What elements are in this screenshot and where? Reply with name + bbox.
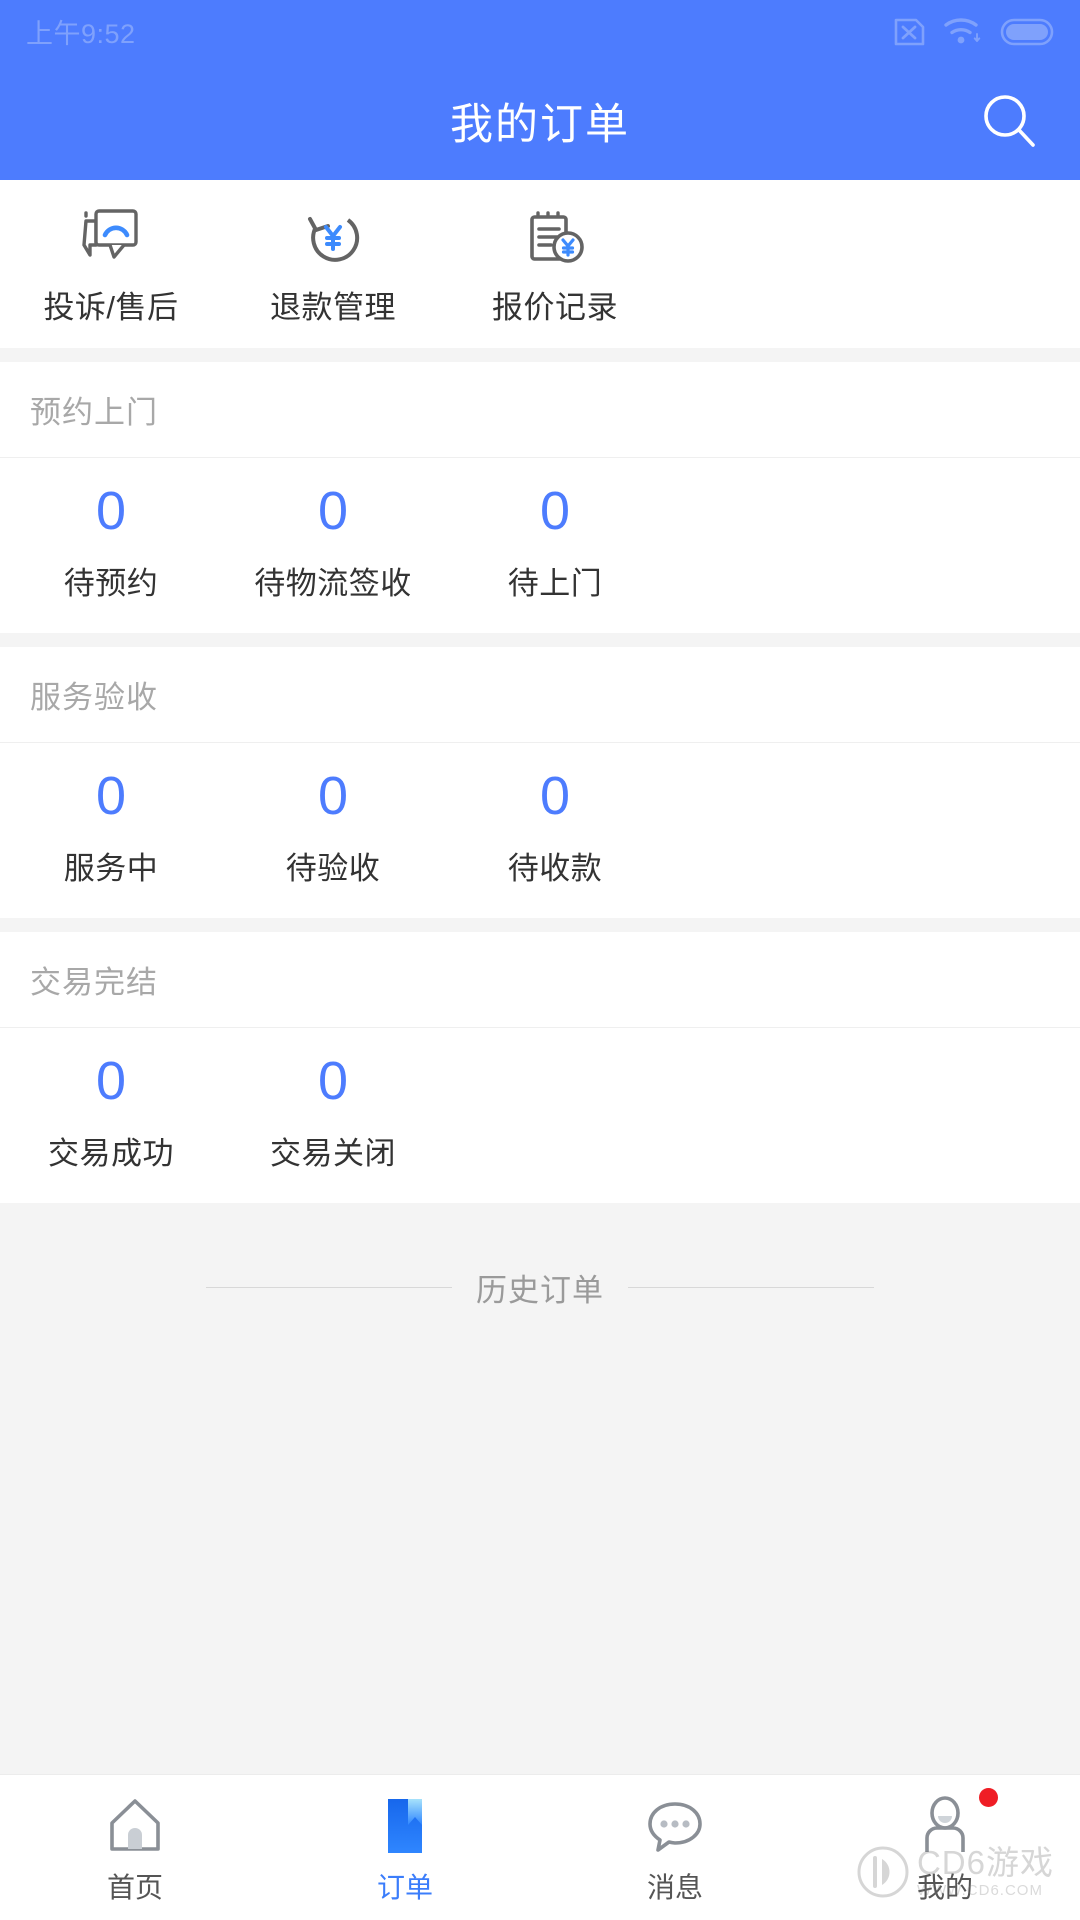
app-screen: 上午9:52 我的订单 投诉/售后 退款管理 报价记录 预约上门 0 待预约 0… — [0, 0, 1080, 1920]
history-orders-label: 历史订单 — [476, 1273, 604, 1308]
group-cells: 0 待预约 0 待物流签收 0 待上门 — [0, 458, 1080, 633]
status-bar: 上午9:52 — [0, 0, 1080, 62]
cell-count: 0 — [539, 766, 571, 826]
order-cell-pending-acceptance[interactable]: 0 待验收 — [222, 769, 444, 888]
group-header: 预约上门 — [0, 362, 1080, 458]
divider-line-left — [206, 1287, 452, 1288]
battery-icon — [1000, 18, 1054, 46]
quick-action-refund[interactable]: 退款管理 — [222, 206, 444, 327]
history-orders-section: 历史订单 — [0, 1203, 1080, 1413]
order-cell-pending-visit[interactable]: 0 待上门 — [444, 484, 666, 603]
search-button[interactable] — [972, 83, 1048, 159]
group-cells: 0 交易成功 0 交易关闭 — [0, 1028, 1080, 1203]
chat-bubbles-icon — [80, 206, 142, 268]
page-title: 我的订单 — [450, 101, 630, 149]
quick-actions-row: 投诉/售后 退款管理 报价记录 — [0, 180, 1080, 348]
title-bar: 我的订单 — [0, 62, 1080, 180]
tab-home[interactable]: 首页 — [0, 1775, 270, 1920]
sim-no-card-icon — [894, 18, 925, 46]
order-cell-pending-logistics-signoff[interactable]: 0 待物流签收 — [222, 484, 444, 603]
tab-profile[interactable]: 我的 — [810, 1775, 1080, 1920]
home-icon — [104, 1790, 166, 1856]
order-cell-empty-slot — [444, 1054, 666, 1173]
order-cell-transaction-success[interactable]: 0 交易成功 — [0, 1054, 222, 1173]
cell-label: 待验收 — [285, 851, 381, 886]
tab-orders[interactable]: 订单 — [270, 1775, 540, 1920]
cell-label: 交易关闭 — [270, 1136, 396, 1171]
history-divider[interactable]: 历史订单 — [206, 1265, 874, 1310]
cell-count: 0 — [539, 481, 571, 541]
cell-count: 0 — [317, 1051, 349, 1111]
order-cell-pending-payment[interactable]: 0 待收款 — [444, 769, 666, 888]
cell-label: 待收款 — [507, 851, 603, 886]
cell-count: 0 — [317, 481, 349, 541]
message-bubble-icon — [644, 1790, 706, 1856]
cell-label: 待上门 — [507, 566, 603, 601]
group-header: 交易完结 — [0, 932, 1080, 1028]
group-cells: 0 服务中 0 待验收 0 待收款 — [0, 743, 1080, 918]
tab-label: 我的 — [916, 1871, 973, 1903]
tab-label: 首页 — [106, 1871, 163, 1903]
order-cell-in-service[interactable]: 0 服务中 — [0, 769, 222, 888]
section-gap — [0, 348, 1080, 362]
cell-label: 待物流签收 — [254, 566, 412, 601]
group-title: 交易完结 — [30, 965, 158, 1000]
clipboard-yuan-icon — [524, 206, 586, 268]
cell-count: 0 — [95, 766, 127, 826]
section-gap — [0, 633, 1080, 647]
quick-action-label: 报价记录 — [492, 289, 618, 325]
status-bar-clock: 上午9:52 — [26, 18, 136, 49]
quick-action-label: 投诉/售后 — [43, 289, 179, 325]
section-gap — [0, 918, 1080, 932]
quick-action-label: 退款管理 — [270, 289, 396, 325]
quick-action-complaint[interactable]: 投诉/售后 — [0, 206, 222, 327]
group-header: 服务验收 — [0, 647, 1080, 743]
refund-arrow-yuan-icon — [302, 206, 364, 268]
order-group-transaction-complete: 交易完结 0 交易成功 0 交易关闭 — [0, 932, 1080, 1203]
cell-label: 交易成功 — [48, 1136, 174, 1171]
order-group-appointment: 预约上门 0 待预约 0 待物流签收 0 待上门 — [0, 362, 1080, 633]
bottom-tab-bar: 首页 订单 消息 我的 — [0, 1774, 1080, 1920]
profile-badge-dot — [979, 1787, 998, 1807]
person-icon — [914, 1787, 998, 1856]
quick-action-quote-records[interactable]: 报价记录 — [444, 206, 666, 327]
wifi-icon — [944, 18, 981, 44]
cell-count: 0 — [317, 766, 349, 826]
cell-label: 待预约 — [63, 566, 159, 601]
order-group-service-acceptance: 服务验收 0 服务中 0 待验收 0 待收款 — [0, 647, 1080, 918]
divider-line-right — [628, 1287, 874, 1288]
tab-label: 消息 — [646, 1871, 703, 1903]
order-cell-pending-appointment[interactable]: 0 待预约 — [0, 484, 222, 603]
status-bar-icons — [892, 15, 1054, 47]
cell-count: 0 — [95, 481, 127, 541]
tab-label: 订单 — [376, 1871, 433, 1903]
search-icon — [984, 95, 1035, 147]
order-book-icon — [374, 1790, 436, 1856]
group-title: 预约上门 — [30, 395, 158, 430]
group-title: 服务验收 — [30, 680, 158, 715]
order-cell-transaction-closed[interactable]: 0 交易关闭 — [222, 1054, 444, 1173]
cell-count: 0 — [95, 1051, 127, 1111]
cell-label: 服务中 — [63, 851, 159, 886]
tab-messages[interactable]: 消息 — [540, 1775, 810, 1920]
